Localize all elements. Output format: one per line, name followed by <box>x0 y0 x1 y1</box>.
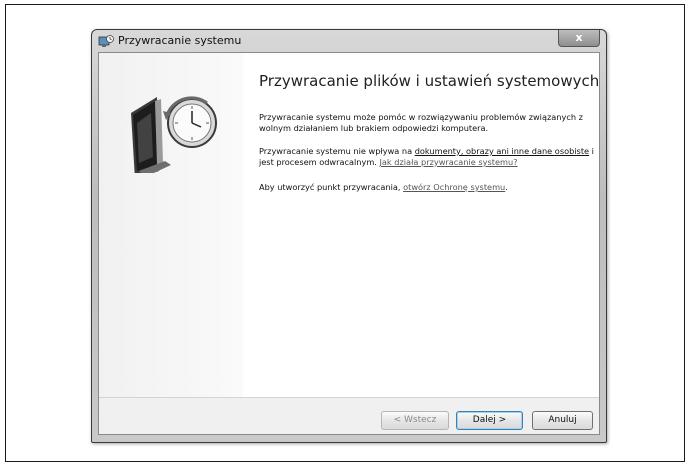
info-paragraph: Przywracanie systemu nie wpływa na dokum… <box>259 146 595 168</box>
how-restore-works-link[interactable]: Jak działa przywracanie systemu? <box>380 157 518 167</box>
create-point-paragraph: Aby utworzyć punkt przywracania, otwórz … <box>259 182 595 193</box>
back-button[interactable]: < Wstecz <box>381 411 449 430</box>
description-paragraph: Przywracanie systemu może pomóc w rozwią… <box>259 112 583 133</box>
next-button[interactable]: Dalej > <box>456 411 523 430</box>
info-text: Przywracanie systemu nie wpływa na <box>259 146 415 156</box>
button-bar: < Wstecz Dalej > Anuluj <box>99 397 599 434</box>
open-system-protection-link[interactable]: otwórz Ochronę systemu <box>403 182 505 192</box>
window-title: Przywracanie systemu <box>118 34 242 47</box>
create-point-text: Aby utworzyć punkt przywracania, <box>259 182 404 192</box>
system-restore-icon <box>98 35 114 47</box>
system-restore-window: Przywracanie systemu x Przywracanie plik… <box>91 29 607 443</box>
close-button[interactable]: x <box>558 30 600 47</box>
info-underlined-text: dokumenty, obrazy ani inne dane osobiste <box>414 146 590 156</box>
monitor-clock-icon <box>131 96 217 179</box>
side-panel <box>99 53 243 397</box>
title-bar[interactable]: Przywracanie systemu x <box>92 30 606 52</box>
close-icon: x <box>575 31 583 44</box>
cancel-button[interactable]: Anuluj <box>532 411 593 430</box>
page-title: Przywracanie plików i ustawień systemowy… <box>259 72 600 90</box>
create-point-end: . <box>505 182 508 192</box>
wizard-client-area: Przywracanie plików i ustawień systemowy… <box>98 52 600 435</box>
